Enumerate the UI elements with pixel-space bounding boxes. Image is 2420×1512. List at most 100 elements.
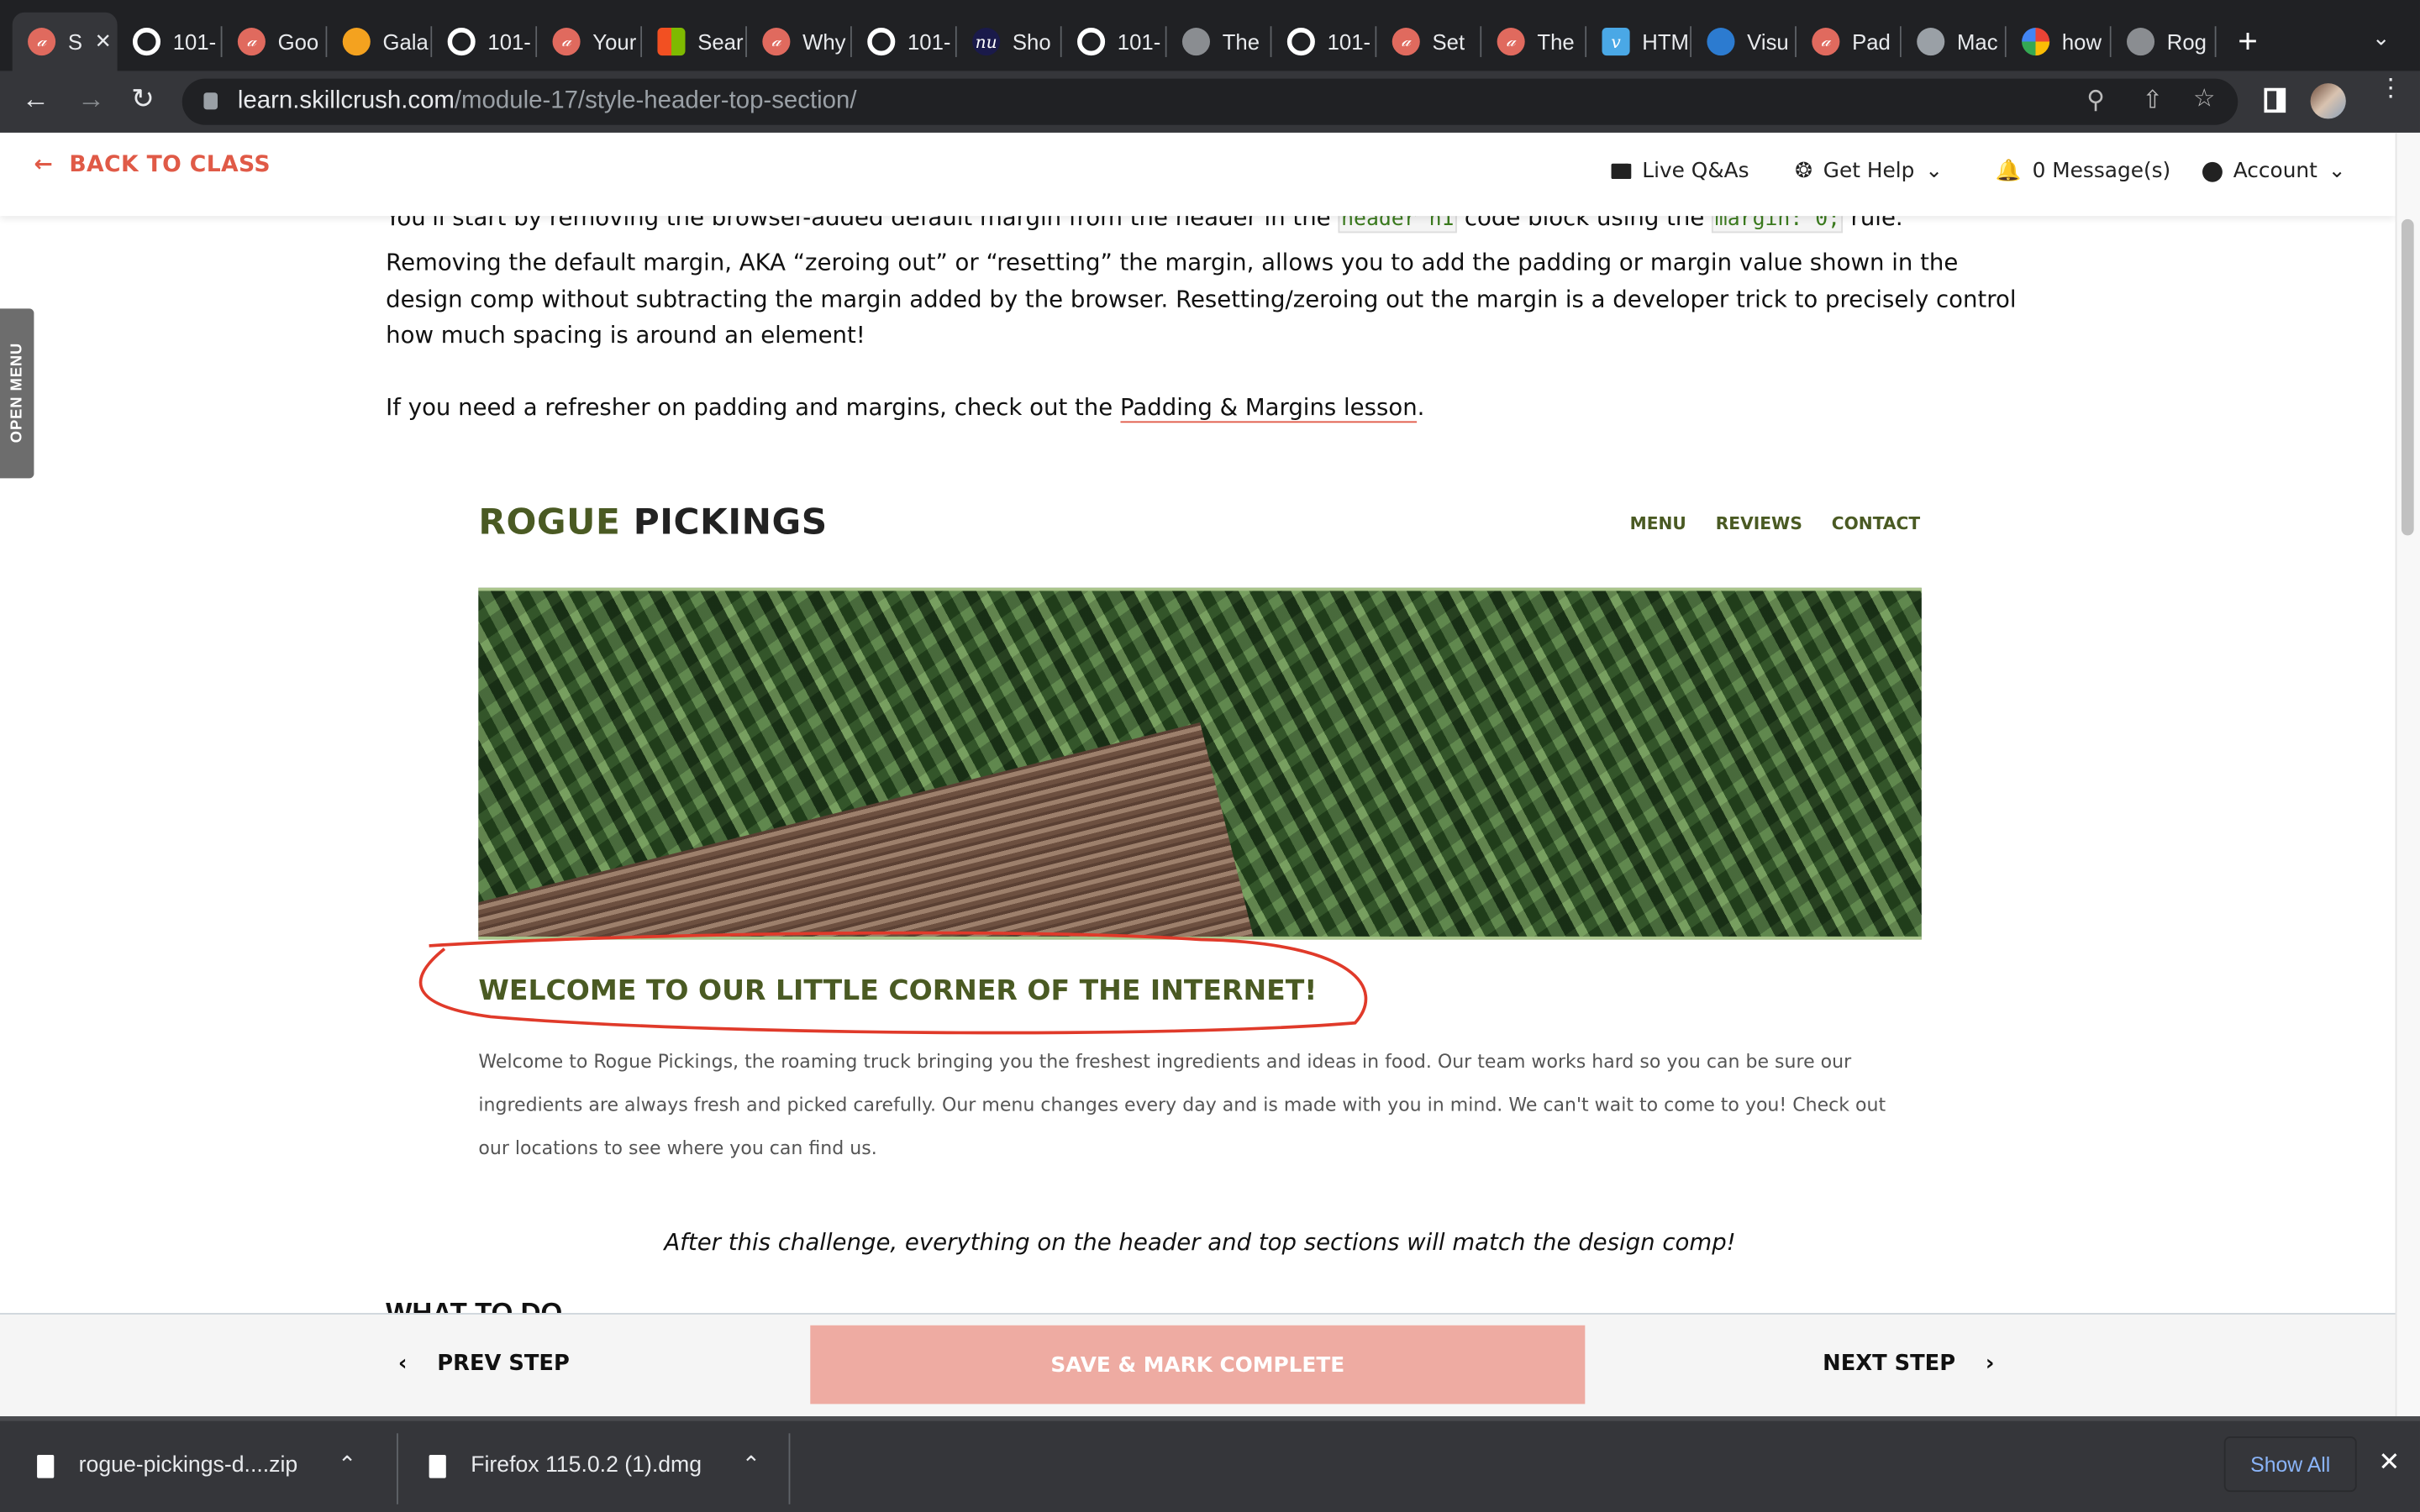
skillcrush-icon: 𝒶 <box>762 28 791 56</box>
browser-tab[interactable]: Mac <box>1902 13 2007 71</box>
preview-body: Welcome to Rogue Pickings, the roaming t… <box>478 1050 1886 1159</box>
forward-icon[interactable]: → <box>77 83 105 116</box>
share-icon[interactable]: ⇧ <box>2142 85 2163 116</box>
browser-tab[interactable]: 101- <box>118 13 223 71</box>
tab-search-chevron-icon[interactable]: ⌄ <box>2372 24 2391 50</box>
tab-strip: 𝒶 S ✕ 101- 𝒶 Goo Gala 101- 𝒶 Your Sear 𝒶 Why 101- nu Sh… <box>0 0 2420 71</box>
scrollbar[interactable] <box>2395 132 2420 1417</box>
tab-title: Rog <box>2166 29 2207 55</box>
video-camera-icon <box>1611 163 1632 180</box>
nu-icon: nu <box>972 28 1001 56</box>
reload-icon[interactable]: ↻ <box>131 83 155 116</box>
arrow-left-icon: ← <box>34 152 54 178</box>
bookmark-star-icon[interactable]: ☆ <box>2193 83 2215 114</box>
download-item[interactable]: Firefox 115.0.2 (1).dmg ⌃ <box>429 1453 760 1478</box>
account-dropdown[interactable]: Account ⌄ <box>2202 159 2346 184</box>
tab-title: Visu <box>1747 29 1789 55</box>
github-icon <box>1286 28 1315 56</box>
tab-title: Gala <box>382 29 429 55</box>
downloads-bar: rogue-pickings-d....zip ⌃ Firefox 115.0.2… <box>0 1416 2420 1512</box>
url-domain: learn.skillcrush.com <box>237 87 455 114</box>
messages-label: 0 Message(s) <box>2032 159 2171 184</box>
tab-title: The <box>1537 29 1575 55</box>
open-menu-tab[interactable]: OPEN MENU <box>0 308 34 479</box>
github-icon <box>1077 28 1106 56</box>
tab-title: Your <box>592 29 637 55</box>
vimeo-icon: v <box>1602 28 1630 56</box>
browser-tab[interactable]: Gala <box>327 13 433 71</box>
browser-tab[interactable]: 101- <box>852 13 957 71</box>
browser-tab[interactable]: 𝒶 Pad <box>1797 13 1902 71</box>
menu-kebab-icon[interactable]: ⋮ <box>2378 76 2402 101</box>
file-icon <box>37 1454 55 1478</box>
back-icon[interactable]: ← <box>22 83 50 116</box>
browser-tab[interactable]: Sear <box>642 13 747 71</box>
browser-tab[interactable]: Visu <box>1691 13 1797 71</box>
messages-link[interactable]: 🔔 0 Message(s) <box>1996 159 2170 183</box>
live-label: Live Q&As <box>1642 159 1749 184</box>
browser-tab[interactable]: 𝒶 S ✕ <box>12 12 118 71</box>
tab-title: how <box>2061 29 2102 55</box>
step-footer: ‹ PREV STEP SAVE & MARK COMPLETE NEXT ST… <box>0 1313 2396 1417</box>
tab-title: Mac <box>1956 29 1998 55</box>
tab-title: 101- <box>487 29 531 55</box>
site-header: ← BACK TO CLASS Live Q&As ❂ Get Help ⌄ 🔔 0 … <box>0 132 2396 217</box>
paragraph-3: If you need a refresher on padding and m… <box>386 393 1425 423</box>
address-bar[interactable]: learn.skillcrush.com/module-17/style-hea… <box>182 78 2238 125</box>
next-step-button[interactable]: NEXT STEP › <box>1823 1352 1994 1376</box>
get-help-dropdown[interactable]: ❂ Get Help ⌄ <box>1795 159 1943 183</box>
divider <box>788 1433 791 1504</box>
profile-avatar[interactable] <box>2310 83 2346 119</box>
chevron-down-icon: ⌄ <box>1925 159 1944 184</box>
tab-title: Why <box>802 29 846 55</box>
browser-tab[interactable]: 101- <box>1271 13 1377 71</box>
prev-step-button[interactable]: ‹ PREV STEP <box>398 1352 570 1376</box>
chevron-up-icon[interactable]: ⌃ <box>742 1453 760 1478</box>
tab-title: S <box>67 29 82 55</box>
zoom-icon[interactable]: ⚲ <box>2086 85 2105 116</box>
wooden-crate <box>478 722 1275 937</box>
browser-tab[interactable]: 𝒶 Goo <box>222 13 328 71</box>
close-downloads-icon[interactable]: ✕ <box>2378 1447 2400 1478</box>
divider <box>397 1433 398 1504</box>
tab-title: 101- <box>172 29 217 55</box>
live-qa-link[interactable]: Live Q&As <box>1611 159 1749 184</box>
page-viewport: ← BACK TO CLASS Live Q&As ❂ Get Help ⌄ 🔔 0 … <box>0 132 2396 1417</box>
padding-margins-link[interactable]: Padding & Margins lesson <box>1119 393 1418 423</box>
side-panel-icon[interactable] <box>2264 87 2286 113</box>
apple-icon <box>1917 28 1945 56</box>
google-icon <box>2022 28 2050 56</box>
tab-title: 101- <box>1327 29 1371 55</box>
back-to-class-link[interactable]: ← BACK TO CLASS <box>34 153 271 177</box>
browser-tab[interactable]: Rog <box>2112 13 2217 71</box>
user-circle-icon <box>2202 160 2223 181</box>
browser-tab[interactable]: how <box>2007 13 2112 71</box>
browser-tab[interactable]: 𝒶 Set <box>1376 13 1482 71</box>
browser-tab[interactable]: 𝒶 Your <box>537 13 643 71</box>
tab-title: The <box>1222 29 1260 55</box>
browser-tab[interactable]: 101- <box>432 13 538 71</box>
preview-nav-menu: MENU <box>1629 513 1686 534</box>
account-label: Account <box>2233 159 2317 184</box>
browser-tab[interactable]: nu Sho <box>957 13 1062 71</box>
scrollbar-thumb[interactable] <box>2401 218 2414 536</box>
show-all-button[interactable]: Show All <box>2223 1436 2357 1493</box>
preview-logo: ROGUE PICKINGS <box>478 502 828 543</box>
browser-tab[interactable]: 101- <box>1062 13 1167 71</box>
github-icon <box>447 28 476 56</box>
new-tab-button[interactable]: + <box>2238 22 2258 62</box>
download-item[interactable]: rogue-pickings-d....zip ⌃ <box>37 1453 356 1478</box>
save-mark-complete-button[interactable]: SAVE & MARK COMPLETE <box>810 1325 1586 1404</box>
browser-tab[interactable]: The <box>1167 13 1272 71</box>
browser-tab[interactable]: 𝒶 Why <box>747 13 852 71</box>
browser-tab[interactable]: 𝒶 The <box>1481 13 1587 71</box>
tab-title: HTM <box>1642 29 1689 55</box>
browser-tab[interactable]: v HTM <box>1586 13 1692 71</box>
tab-title: 101- <box>907 29 951 55</box>
file-icon <box>429 1454 446 1478</box>
tab-title: Sear <box>697 29 744 55</box>
tab-title: Set <box>1432 29 1465 55</box>
chevron-left-icon: ‹ <box>397 1351 408 1377</box>
close-tab-icon[interactable]: ✕ <box>95 29 112 54</box>
chevron-up-icon[interactable]: ⌃ <box>338 1453 356 1478</box>
